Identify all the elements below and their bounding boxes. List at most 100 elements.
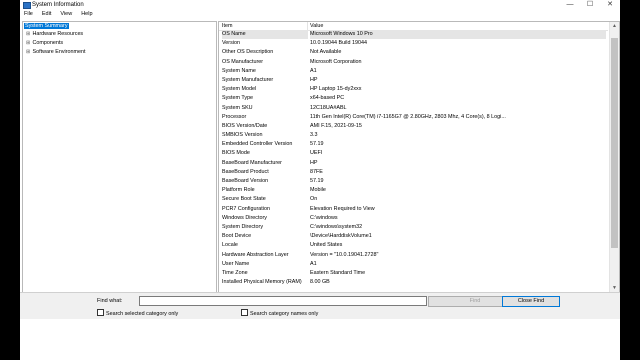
- row-value: United States: [310, 242, 343, 249]
- row-item: Boot Device: [222, 233, 252, 240]
- table-row[interactable]: BaseBoard Version 57.19: [219, 177, 608, 186]
- table-row[interactable]: Time Zone Eastern Standard Time: [219, 269, 608, 278]
- table-row[interactable]: Locale United States: [219, 241, 608, 250]
- table-row[interactable]: Embedded Controller Version 57.19: [219, 140, 608, 149]
- table-row[interactable]: PCR7 Configuration Elevation Required to …: [219, 205, 608, 214]
- table-row[interactable]: Version 10.0.19044 Build 19044: [219, 39, 608, 48]
- table-row[interactable]: System Name A1: [219, 67, 608, 76]
- row-value: 87FE: [310, 168, 323, 175]
- row-value: A1: [310, 260, 317, 267]
- search-selected-category-checkbox[interactable]: [97, 309, 104, 316]
- column-header-item[interactable]: Item: [222, 22, 232, 30]
- row-item: Other OS Description: [222, 49, 274, 56]
- row-item: BaseBoard Version: [222, 178, 269, 184]
- expand-icon[interactable]: ⊞: [26, 49, 31, 56]
- table-row[interactable]: Platform Role Mobile: [219, 186, 608, 195]
- expand-icon[interactable]: ⊞: [26, 31, 31, 38]
- search-category-names-label: Search category names only: [250, 311, 319, 317]
- tree-item-components[interactable]: ⊞ Components: [26, 40, 63, 47]
- table-row[interactable]: Processor 11th Gen Intel(R) Core(TM) i7-1…: [219, 113, 608, 122]
- column-divider[interactable]: [307, 22, 308, 30]
- row-item: OS Name: [222, 30, 308, 40]
- table-row[interactable]: BaseBoard Product 87FE: [219, 168, 608, 177]
- find-bar: Find what: Find Close Find Search select…: [20, 292, 620, 319]
- menu-view[interactable]: View: [56, 10, 77, 19]
- search-selected-category-option[interactable]: Search selected category only: [97, 309, 178, 318]
- menu-edit[interactable]: Edit: [38, 10, 56, 19]
- row-item: BaseBoard Product: [222, 168, 269, 175]
- row-value: On: [310, 196, 318, 203]
- category-tree[interactable]: System Summary ⊞ Hardware Resources ⊞ Co…: [22, 21, 217, 293]
- search-category-names-option[interactable]: Search category names only: [241, 309, 318, 318]
- row-item: System Directory: [222, 223, 264, 230]
- row-item: BIOS Version/Date: [222, 122, 268, 129]
- system-information-app-icon: [23, 2, 31, 9]
- row-item: Embedded Controller Version: [222, 141, 293, 148]
- find-what-input[interactable]: [139, 296, 427, 306]
- table-row[interactable]: User Name A1: [219, 260, 608, 269]
- search-category-names-checkbox[interactable]: [241, 309, 248, 316]
- row-item: Version: [222, 40, 240, 47]
- tree-item-software-environment[interactable]: ⊞ Software Environment: [26, 49, 86, 56]
- row-item: Installed Physical Memory (RAM): [222, 279, 302, 286]
- table-row[interactable]: Windows Directory C:\windows: [219, 214, 608, 223]
- minimize-button[interactable]: —: [560, 0, 580, 10]
- expand-icon[interactable]: ⊞: [26, 40, 31, 47]
- search-selected-category-label: Search selected category only: [106, 311, 179, 317]
- row-value: 11th Gen Intel(R) Core(TM) i7-1165G7 @ 2…: [310, 113, 506, 120]
- table-row[interactable]: System Directory C:\windows\system32: [219, 223, 608, 232]
- row-item: SMBIOS Version: [222, 132, 263, 139]
- vertical-scrollbar[interactable]: ▲ ▼: [609, 22, 619, 292]
- table-row[interactable]: System SKU 12C18UA#ABL: [219, 104, 608, 113]
- table-row[interactable]: Boot Device \Device\HarddiskVolume1: [219, 232, 608, 241]
- scroll-up-arrow-icon[interactable]: ▲: [610, 22, 619, 30]
- row-value: C:\windows: [310, 214, 338, 221]
- scrollbar-thumb[interactable]: [611, 38, 618, 248]
- tree-item-label: Software Environment: [32, 49, 86, 55]
- table-row[interactable]: System Manufacturer HP: [219, 76, 608, 85]
- table-row[interactable]: OS Name Microsoft Windows 10 Pro: [219, 30, 608, 40]
- row-item: Windows Directory: [222, 214, 267, 221]
- details-list[interactable]: Item Value OS Name Microsoft Windows 10 P…: [218, 21, 620, 293]
- find-what-label: Find what:: [97, 298, 123, 304]
- table-row[interactable]: BIOS Mode UEFI: [219, 149, 608, 158]
- menu-help[interactable]: Help: [77, 10, 97, 19]
- menu-file[interactable]: File: [20, 10, 38, 19]
- table-row[interactable]: OS Manufacturer Microsoft Corporation: [219, 58, 608, 67]
- row-value: 10.0.19044 Build 19044: [310, 40, 367, 47]
- tree-item-label: System Summary: [24, 23, 69, 29]
- row-value: 8.00 GB: [310, 279, 330, 286]
- table-row[interactable]: System Type x64-based PC: [219, 94, 608, 103]
- row-item: User Name: [222, 260, 250, 267]
- maximize-button[interactable]: ☐: [580, 0, 600, 10]
- row-value: 3.3: [310, 132, 318, 139]
- close-find-button[interactable]: Close Find: [502, 296, 560, 307]
- row-item: Hardware Abstraction Layer: [222, 251, 289, 258]
- row-item: System Manufacturer: [222, 76, 274, 83]
- column-header-value[interactable]: Value: [310, 22, 323, 30]
- row-value: 57.19: [310, 178, 324, 184]
- row-value: HP Laptop 15-dy2xxx: [310, 86, 362, 93]
- row-item: BIOS Mode: [222, 150, 250, 157]
- row-value: 12C18UA#ABL: [310, 104, 347, 111]
- row-value: HP: [310, 76, 318, 83]
- list-rows: OS Name Microsoft Windows 10 Pro Version 10…: [219, 30, 608, 287]
- row-item: System Name: [222, 67, 256, 74]
- table-row[interactable]: Installed Physical Memory (RAM) 8.00 GB: [219, 278, 608, 287]
- table-row[interactable]: System Model HP Laptop 15-dy2xxx: [219, 85, 608, 94]
- row-item: PCR7 Configuration: [222, 205, 270, 212]
- table-row[interactable]: Secure Boot State On: [219, 195, 608, 204]
- table-row[interactable]: BIOS Version/Date AMI F.15, 2021-09-15: [219, 122, 608, 131]
- table-row[interactable]: Hardware Abstraction Layer Version = "10.…: [219, 251, 608, 260]
- scroll-down-arrow-icon[interactable]: ▼: [610, 284, 619, 292]
- table-row[interactable]: SMBIOS Version 3.3: [219, 131, 608, 140]
- table-row[interactable]: Other OS Description Not Available: [219, 48, 608, 57]
- table-row[interactable]: BaseBoard Manufacturer HP: [219, 159, 608, 168]
- tree-item-system-summary[interactable]: System Summary: [24, 23, 69, 30]
- row-item: Processor: [222, 113, 247, 120]
- tree-item-hardware-resources[interactable]: ⊞ Hardware Resources: [26, 31, 83, 38]
- row-value: x64-based PC: [310, 95, 345, 102]
- row-value: Mobile: [310, 187, 326, 194]
- close-button[interactable]: ✕: [600, 0, 620, 10]
- row-value: AMI F.15, 2021-09-15: [310, 122, 362, 129]
